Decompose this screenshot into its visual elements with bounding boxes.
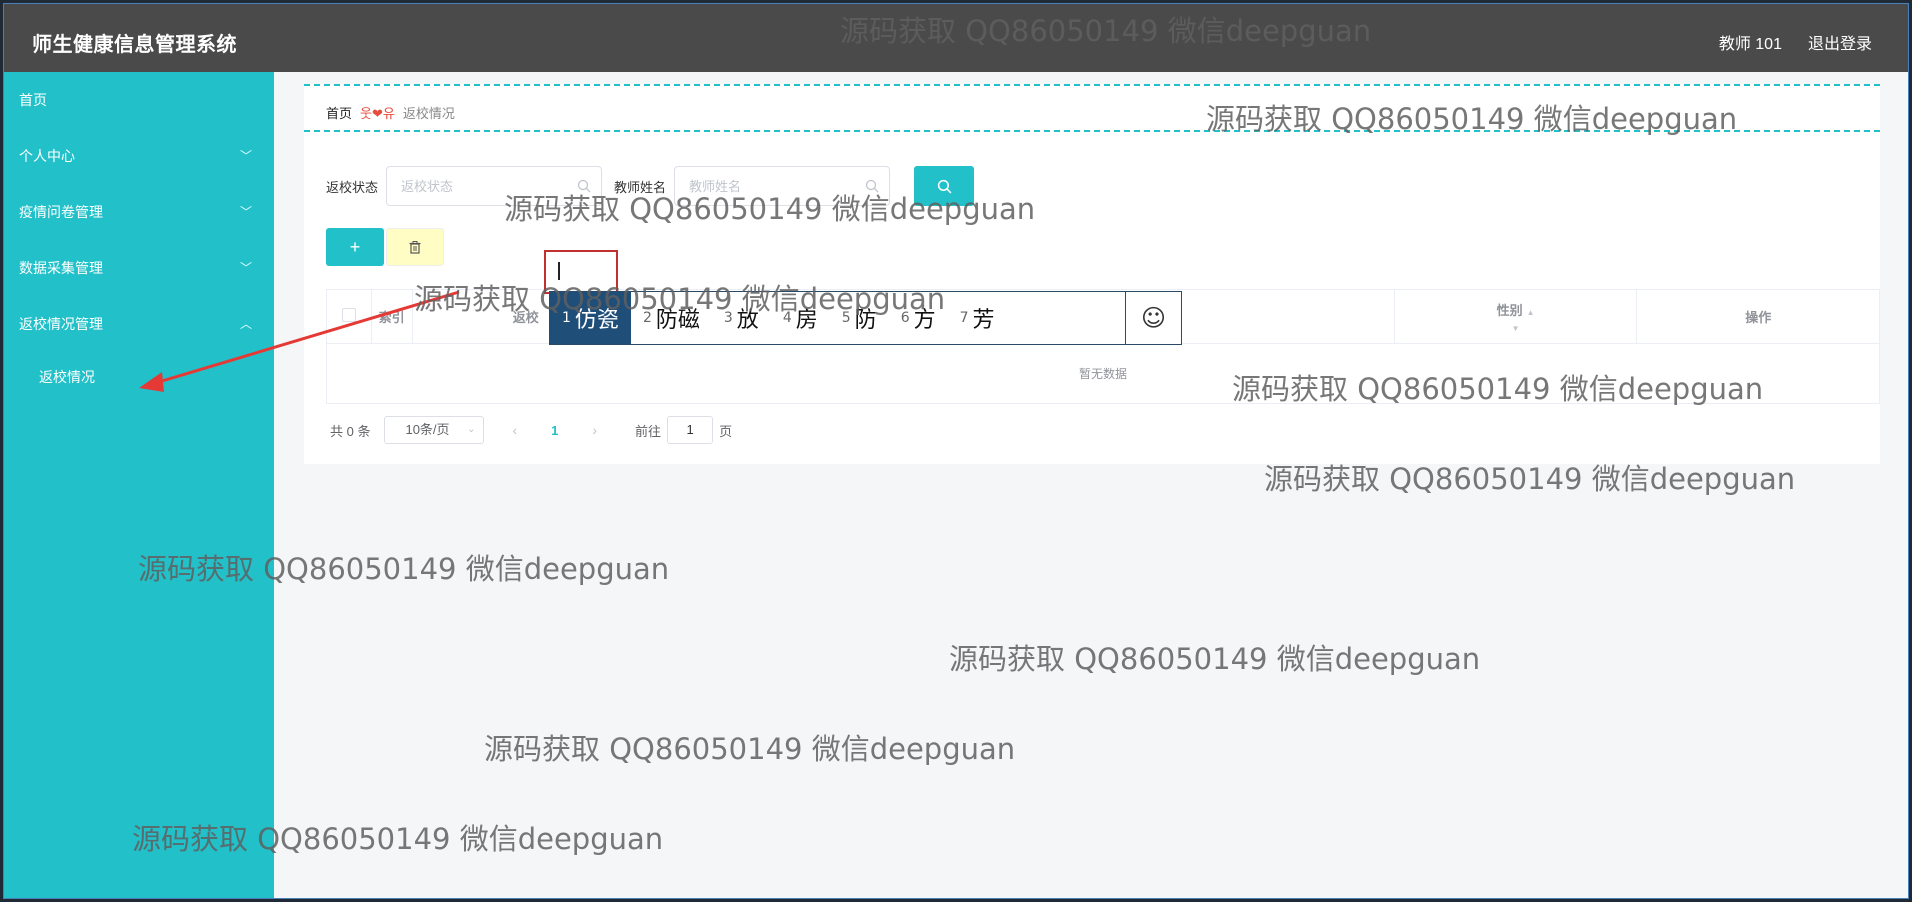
ime-candidate[interactable]: 3放 bbox=[712, 292, 771, 344]
col-gender-label: 性别 bbox=[1496, 302, 1523, 318]
status-label: 返校状态 bbox=[326, 179, 379, 195]
chevron-down-icon: ⌄ bbox=[467, 424, 476, 435]
breadcrumb-bar: 首页 웃❤유 返校情况 bbox=[304, 84, 1880, 132]
teacher-name-label: 教师姓名 bbox=[614, 179, 667, 195]
ime-candidate-number: 4 bbox=[782, 310, 792, 326]
app-window: 师生健康信息管理系统 教师 101 退出登录 首页 个人中心 ﹀ 疫情问卷管理 … bbox=[3, 3, 1909, 899]
ime-candidate-text: 方 bbox=[913, 308, 936, 333]
watermark-text: 源码获取 QQ86050149 微信deepguan bbox=[484, 732, 1016, 766]
status-input[interactable] bbox=[387, 167, 602, 205]
ime-candidate-text: 仿瓷 bbox=[574, 308, 619, 333]
empty-message: 暂无数据 bbox=[326, 343, 1880, 404]
ime-candidate-text: 房 bbox=[795, 308, 818, 333]
select-all-cell[interactable] bbox=[326, 289, 372, 344]
status-field[interactable] bbox=[386, 166, 603, 206]
sidebar-item-personal-center[interactable]: 个人中心 ﹀ bbox=[4, 128, 274, 184]
sidebar-item-home[interactable]: 首页 bbox=[4, 72, 274, 128]
ime-candidate[interactable]: 6方 bbox=[889, 292, 948, 344]
ime-candidate-bar: 1 仿瓷 2 防磁 3放 4房 5防 6方 7芳 ☺ bbox=[549, 291, 1182, 345]
teacher-name-field[interactable] bbox=[674, 166, 891, 206]
ime-candidate-number: 5 bbox=[841, 310, 851, 326]
emoji-icon[interactable]: ☺ bbox=[1125, 292, 1181, 344]
sidebar-item-return-school-mgmt[interactable]: 返校情况管理 ︿ bbox=[4, 296, 274, 352]
ime-candidate-number: 7 bbox=[959, 310, 969, 326]
sidebar-subitem-return-status[interactable]: 返校情况 bbox=[4, 352, 274, 402]
sidebar-item-data-collection[interactable]: 数据采集管理 ﹀ bbox=[4, 240, 274, 296]
ime-candidate-text: 放 bbox=[736, 308, 759, 333]
chevron-down-icon: ﹀ bbox=[239, 261, 252, 275]
breadcrumb-home-link[interactable]: 首页 bbox=[326, 103, 352, 122]
action-toolbar: + bbox=[326, 228, 444, 266]
next-page-button[interactable]: › bbox=[592, 422, 597, 438]
search-form: 返校状态 教师姓名 bbox=[326, 166, 975, 206]
main-content: 首页 웃❤유 返校情况 返校状态 教师姓名 + bbox=[304, 84, 1880, 464]
empty-row: 暂无数据 bbox=[326, 343, 1880, 404]
col-gender[interactable]: 性别 ▲ ▼ bbox=[1393, 289, 1638, 344]
chevron-down-icon: ﹀ bbox=[239, 205, 252, 219]
page-suffix: 页 bbox=[719, 423, 733, 439]
ime-candidate[interactable]: 5防 bbox=[830, 292, 889, 344]
watermark-text: 源码获取 QQ86050149 微信deepguan bbox=[949, 642, 1481, 676]
breadcrumb-separator: 웃❤유 bbox=[360, 106, 395, 121]
current-user[interactable]: 教师 101 bbox=[1719, 30, 1782, 54]
ime-candidate[interactable]: 4房 bbox=[771, 292, 830, 344]
goto-input[interactable]: 1 bbox=[667, 416, 714, 444]
page-number[interactable]: 1 bbox=[551, 423, 558, 438]
sidebar-item-label: 返校情况管理 bbox=[19, 316, 103, 332]
sidebar-item-label: 数据采集管理 bbox=[19, 260, 103, 276]
chevron-down-icon: ﹀ bbox=[239, 149, 252, 163]
page-size-value: 10条/页 bbox=[405, 422, 450, 437]
ime-candidate-number: 6 bbox=[900, 310, 910, 326]
delete-button[interactable] bbox=[386, 228, 444, 266]
sidebar-subitem-label: 返校情况 bbox=[39, 369, 95, 385]
logout-button[interactable]: 退出登录 bbox=[1808, 30, 1872, 54]
ime-candidate-number: 2 bbox=[642, 310, 652, 326]
ime-candidate-text: 防磁 bbox=[655, 308, 700, 333]
total-count: 共 0 条 bbox=[330, 423, 371, 439]
search-icon bbox=[577, 179, 591, 193]
pagination: 共 0 条 10条/页 ⌄ ‹ 1 › 前往 1 页 bbox=[330, 416, 732, 444]
sidebar-item-label: 疫情问卷管理 bbox=[19, 204, 103, 220]
ime-composition-box[interactable] bbox=[544, 250, 618, 294]
col-index: 索引 bbox=[370, 289, 413, 344]
ime-candidate-number: 1 bbox=[562, 310, 571, 326]
chevron-up-icon: ︿ bbox=[239, 317, 252, 331]
search-icon bbox=[865, 179, 879, 193]
breadcrumb: 首页 웃❤유 返校情况 bbox=[326, 103, 455, 122]
ime-candidate-text: 芳 bbox=[972, 308, 995, 333]
add-button[interactable]: + bbox=[326, 228, 384, 266]
col-ops: 操作 bbox=[1636, 289, 1880, 344]
select-all-checkbox[interactable] bbox=[341, 308, 356, 322]
prev-page-button[interactable]: ‹ bbox=[512, 422, 517, 438]
breadcrumb-current: 返校情况 bbox=[402, 106, 455, 121]
text-caret bbox=[558, 262, 560, 280]
ime-candidate[interactable]: 2 防磁 bbox=[631, 292, 712, 344]
sidebar-item-label: 个人中心 bbox=[19, 148, 75, 164]
trash-icon bbox=[409, 240, 421, 254]
ime-candidate[interactable]: 1 仿瓷 bbox=[550, 292, 631, 344]
ime-candidate-text: 防 bbox=[854, 308, 877, 333]
page-size-select[interactable]: 10条/页 ⌄ bbox=[384, 416, 485, 444]
sidebar-item-label: 首页 bbox=[19, 92, 47, 108]
top-header: 师生健康信息管理系统 教师 101 退出登录 bbox=[4, 4, 1908, 72]
search-button[interactable] bbox=[914, 166, 975, 206]
search-icon bbox=[937, 179, 951, 193]
goto-label: 前往 bbox=[635, 423, 662, 439]
ime-candidate[interactable]: 7芳 bbox=[948, 292, 1007, 344]
sidebar-item-epidemic-survey[interactable]: 疫情问卷管理 ﹀ bbox=[4, 184, 274, 240]
app-title: 师生健康信息管理系统 bbox=[32, 34, 237, 56]
teacher-name-input[interactable] bbox=[675, 167, 890, 205]
ime-candidate-number: 3 bbox=[723, 310, 733, 326]
sidebar: 首页 个人中心 ﹀ 疫情问卷管理 ﹀ 数据采集管理 ﹀ 返校情况管理 ︿ 返校情… bbox=[4, 72, 274, 898]
